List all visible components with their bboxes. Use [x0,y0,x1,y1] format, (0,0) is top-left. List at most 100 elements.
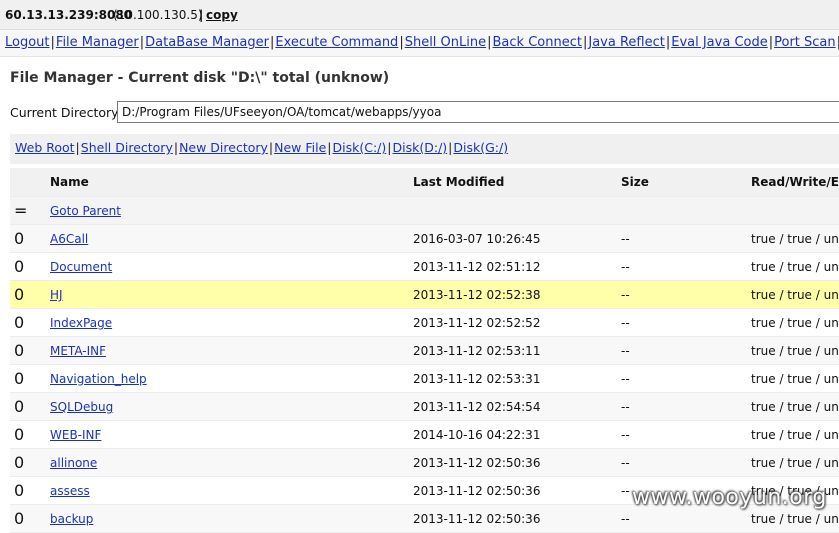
permissions-cell: true / true / unk [751,400,839,414]
shortcut-separator: | [448,140,453,155]
menu-separator: | [768,35,774,50]
menu-item-java-reflect[interactable]: Java Reflect [588,35,664,50]
menu-item-port-scan[interactable]: Port Scan [774,35,836,50]
shortcut-new-directory[interactable]: New Directory [179,140,268,155]
folder-name-link[interactable]: Document [50,260,112,274]
folder-name-link[interactable]: Navigation_help [50,372,147,386]
size-cell: -- [621,484,630,498]
main-menu: Logout|File Manager|DataBase Manager|Exe… [0,30,839,57]
menu-separator: | [399,35,404,50]
menu-item-logout[interactable]: Logout [5,35,50,50]
menu-separator: | [582,35,588,50]
folder-icon: 0 [14,341,25,360]
permissions-cell: true / true / unk [751,232,839,246]
header-size[interactable]: Size [621,175,649,189]
last-modified-cell: 2013-11-12 02:50:36 [413,512,541,526]
permissions-cell: true / true / unk [751,372,839,386]
top-bar: 60.13.13.239:8080 (10.100.130.5) | copy [0,0,839,30]
menu-item-shell-online[interactable]: Shell OnLine [405,35,486,50]
last-modified-cell: 2013-11-12 02:52:38 [413,288,541,302]
last-modified-cell: 2016-03-07 10:26:45 [413,232,541,246]
size-cell: -- [621,400,630,414]
menu-item-execute-command[interactable]: Execute Command [275,35,398,50]
last-modified-cell: 2013-11-12 02:51:12 [413,260,541,274]
table-row: 0 Document 2013-11-12 02:51:12 -- true / tru… [10,253,839,281]
menu-item-eval-java-code[interactable]: Eval Java Code [671,35,768,50]
directory-shortcuts: Web Root|Shell Directory|New Directory|N… [10,134,839,164]
current-directory-label: Current Directory [10,105,119,120]
table-row: 0 Navigation_help 2013-11-12 02:53:31 -- tru… [10,365,839,393]
watermark: www.wooyun.org [632,485,827,510]
permissions-cell: true / true / unk [751,456,839,470]
table-header: Name Last Modified Size Read/Write/Ex [10,168,839,197]
table-row: 0 A6Call 2016-03-07 10:26:45 -- true / true … [10,225,839,253]
size-cell: -- [621,344,630,358]
shortcut-disk-g[interactable]: Disk(G:/) [453,140,508,155]
permissions-cell: true / true / unk [751,260,839,274]
folder-name-link[interactable]: HJ [50,288,63,302]
goto-parent-link[interactable]: Goto Parent [50,204,121,218]
shortcut-shell-directory[interactable]: Shell Directory [81,140,173,155]
header-permissions: Read/Write/Ex [751,175,839,189]
header-last-modified[interactable]: Last Modified [413,175,504,189]
shortcut-separator: | [327,140,332,155]
table-row: 0 IndexPage 2013-11-12 02:52:52 -- true / tr… [10,309,839,337]
shortcut-disk-c[interactable]: Disk(C:/) [333,140,387,155]
size-cell: -- [621,372,630,386]
folder-icon: 0 [14,481,25,500]
topbar-separator: | [199,8,204,22]
last-modified-cell: 2013-11-12 02:53:31 [413,372,541,386]
menu-item-database-manager[interactable]: DataBase Manager [145,35,269,50]
shortcut-new-file[interactable]: New File [274,140,326,155]
folder-icon: 0 [14,285,25,304]
size-cell: -- [621,512,630,526]
folder-icon: 0 [14,509,25,528]
table-row: 0 WEB-INF 2014-10-16 04:22:31 -- true / true… [10,421,839,449]
copy-link[interactable]: copy [206,8,238,22]
menu-item-file-manager[interactable]: File Manager [56,35,139,50]
size-cell: -- [621,260,630,274]
table-row: 0 META-INF 2013-11-12 02:53:11 -- true / tru… [10,337,839,365]
folder-name-link[interactable]: A6Call [50,232,88,246]
parent-folder-icon: = [14,201,28,220]
size-cell: -- [621,316,630,330]
table-row: 0 HJ 2013-11-12 02:52:38 -- true / true / un… [10,281,839,309]
menu-item-back-connect[interactable]: Back Connect [493,35,582,50]
folder-name-link[interactable]: META-INF [50,344,106,358]
folder-name-link[interactable]: assess [50,484,90,498]
table-row: 0 SQLDebug 2013-11-12 02:54:54 -- true / tru… [10,393,839,421]
page-title: File Manager - Current disk "D:\" total … [10,70,390,86]
file-table: Name Last Modified Size Read/Write/Ex = … [10,168,839,533]
header-name[interactable]: Name [50,175,89,189]
folder-icon: 0 [14,229,25,248]
permissions-cell: true / true / unk [751,512,839,526]
permissions-cell: true / true / unk [751,288,839,302]
permissions-cell: true / true / unk [751,344,839,358]
folder-name-link[interactable]: WEB-INF [50,428,101,442]
menu-separator: | [487,35,492,50]
shortcut-separator: | [268,140,274,155]
folder-icon: 0 [14,257,25,276]
size-cell: -- [621,428,630,442]
internal-ip: (10.100.130.5) [113,8,203,22]
folder-name-link[interactable]: IndexPage [50,316,112,330]
last-modified-cell: 2014-10-16 04:22:31 [413,428,541,442]
goto-parent-row: = Goto Parent [10,197,839,225]
size-cell: -- [621,456,630,470]
table-row: 0 allinone 2013-11-12 02:50:36 -- true / tru… [10,449,839,477]
folder-icon: 0 [14,313,25,332]
shortcut-separator: | [75,140,80,155]
permissions-cell: true / true / unk [751,428,839,442]
current-directory-input[interactable] [117,101,839,123]
folder-icon: 0 [14,397,25,416]
menu-separator: | [50,35,55,50]
shortcut-web-root[interactable]: Web Root [15,140,75,155]
shortcut-disk-d[interactable]: Disk(D:/) [393,140,448,155]
menu-separator: | [665,35,671,50]
folder-name-link[interactable]: SQLDebug [50,400,113,414]
shortcut-separator: | [173,140,179,155]
last-modified-cell: 2013-11-12 02:50:36 [413,456,541,470]
last-modified-cell: 2013-11-12 02:53:11 [413,344,541,358]
folder-name-link[interactable]: allinone [50,456,97,470]
folder-name-link[interactable]: backup [50,512,93,526]
